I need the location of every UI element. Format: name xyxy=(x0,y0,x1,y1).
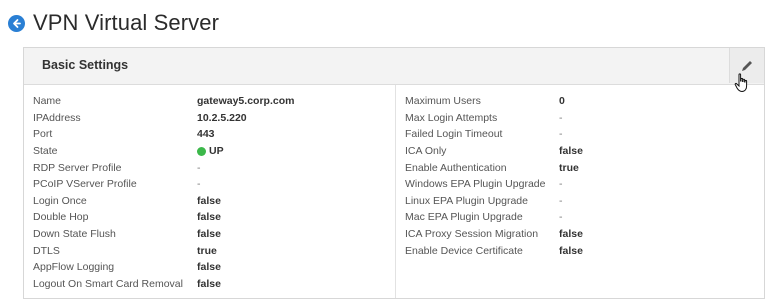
panel-header: Basic Settings xyxy=(24,48,764,85)
field-value: - xyxy=(559,194,563,207)
field-value: false xyxy=(197,194,221,207)
field-value: true xyxy=(197,244,217,257)
field-value: false xyxy=(197,211,221,224)
field-label: ICA Proxy Session Migration xyxy=(405,228,539,241)
field-row: Mac EPA Plugin Upgrade - xyxy=(405,209,765,226)
field-label: State xyxy=(33,145,58,158)
status-badge: UP xyxy=(197,145,224,157)
field-row: ICA Proxy Session Migration false xyxy=(405,226,765,243)
field-label: ICA Only xyxy=(405,145,447,158)
field-label: Port xyxy=(33,128,53,141)
hand-cursor-icon xyxy=(734,73,748,93)
field-label: AppFlow Logging xyxy=(33,261,115,274)
field-value: false xyxy=(197,261,221,274)
field-value: gateway5.corp.com xyxy=(197,95,295,108)
field-row: Windows EPA Plugin Upgrade - xyxy=(405,176,765,193)
page-title: VPN Virtual Server xyxy=(33,10,220,35)
field-row: DTLS true xyxy=(33,242,395,259)
field-value: 443 xyxy=(197,128,215,141)
field-label: Windows EPA Plugin Upgrade xyxy=(405,178,546,191)
field-label: Max Login Attempts xyxy=(405,111,498,124)
field-row: State UP xyxy=(33,143,395,160)
field-row: Max Login Attempts - xyxy=(405,110,765,127)
field-label: Double Hop xyxy=(33,211,89,224)
field-row: AppFlow Logging false xyxy=(33,259,395,276)
field-value: - xyxy=(559,111,563,124)
field-label: Login Once xyxy=(33,194,87,207)
field-label: PCoIP VServer Profile xyxy=(33,178,137,191)
field-row: ICA Only false xyxy=(405,143,765,160)
field-value: 10.2.5.220 xyxy=(197,111,247,124)
field-value: false xyxy=(197,277,221,290)
field-row: PCoIP VServer Profile - xyxy=(33,176,395,193)
field-row: Enable Device Certificate false xyxy=(405,242,765,259)
field-value: - xyxy=(559,128,563,141)
field-label: Linux EPA Plugin Upgrade xyxy=(405,194,528,207)
field-label: Maximum Users xyxy=(405,95,481,108)
pencil-icon xyxy=(742,60,752,71)
field-row: Name gateway5.corp.com xyxy=(33,93,395,110)
field-value: - xyxy=(559,211,563,224)
field-label: RDP Server Profile xyxy=(33,161,122,174)
basic-settings-panel: Basic Settings Name gateway5.corp.com IPAd… xyxy=(23,47,765,299)
panel-title: Basic Settings xyxy=(42,58,129,72)
field-value: false xyxy=(559,244,583,257)
field-row: RDP Server Profile - xyxy=(33,159,395,176)
field-row: Double Hop false xyxy=(33,209,395,226)
field-label: Enable Authentication xyxy=(405,161,507,174)
field-row: Port 443 xyxy=(33,126,395,143)
status-dot-icon xyxy=(197,146,206,156)
field-label: Logout On Smart Card Removal xyxy=(33,277,183,290)
field-value: - xyxy=(559,178,563,191)
field-label: IPAddress xyxy=(33,111,81,124)
field-row: Linux EPA Plugin Upgrade - xyxy=(405,193,765,210)
field-row: Enable Authentication true xyxy=(405,159,765,176)
field-label: Mac EPA Plugin Upgrade xyxy=(405,211,523,224)
page-header: VPN Virtual Server xyxy=(8,10,219,36)
field-value: UP xyxy=(209,145,224,158)
field-label: Failed Login Timeout xyxy=(405,128,503,141)
field-value: - xyxy=(197,178,201,191)
field-value: false xyxy=(197,228,221,241)
field-value: 0 xyxy=(559,95,565,108)
field-row: Login Once false xyxy=(33,193,395,210)
field-label: DTLS xyxy=(33,244,60,257)
field-row: Down State Flush false xyxy=(33,226,395,243)
field-value: - xyxy=(197,161,201,174)
field-row: Logout On Smart Card Removal false xyxy=(33,276,395,293)
field-label: Down State Flush xyxy=(33,228,116,241)
left-settings-column: Name gateway5.corp.com IPAddress 10.2.5.220… xyxy=(33,93,395,292)
field-value: false xyxy=(559,145,583,158)
field-value: true xyxy=(559,161,579,174)
field-row: Failed Login Timeout - xyxy=(405,126,765,143)
field-row: IPAddress 10.2.5.220 xyxy=(33,110,395,127)
field-row: Maximum Users 0 xyxy=(405,93,765,110)
field-value: false xyxy=(559,228,583,241)
field-label: Name xyxy=(33,95,62,108)
right-settings-column: Maximum Users 0 Max Login Attempts - Failed … xyxy=(405,93,765,259)
column-divider xyxy=(395,85,396,298)
field-label: Enable Device Certificate xyxy=(405,244,523,257)
back-arrow-icon[interactable] xyxy=(8,14,25,32)
